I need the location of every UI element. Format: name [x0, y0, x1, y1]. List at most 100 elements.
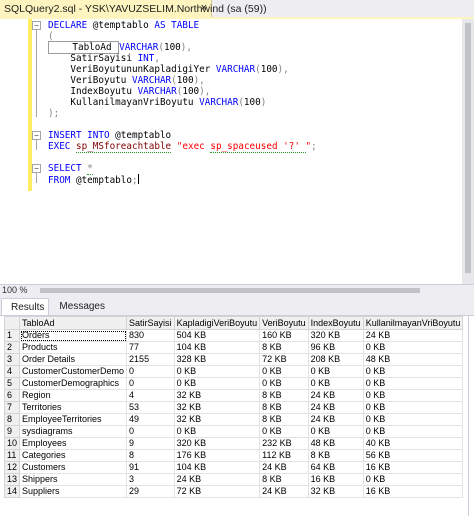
code-line[interactable]: IndexBoyutu VARCHAR(100),: [48, 86, 210, 97]
table-cell[interactable]: CustomerCustomerDemo: [19, 365, 128, 378]
row-number[interactable]: 7: [3, 401, 21, 414]
table-row[interactable]: 1 Orders 830 504 KB 160 KB 320 KB 24 KB: [3, 329, 464, 342]
close-tab-icon[interactable]: ×: [201, 1, 207, 15]
column-header[interactable]: IndexBoyutu: [307, 316, 364, 330]
table-cell[interactable]: 0 KB: [362, 425, 464, 438]
code-line[interactable]: SatirSayisi INT,: [48, 53, 160, 64]
column-header[interactable]: VeriBoyutu: [259, 316, 309, 330]
query-editor[interactable]: DECLARE @temptablo AS TABLE( TabloAd VAR…: [0, 19, 474, 293]
table-cell[interactable]: 0 KB: [362, 365, 464, 378]
table-cell[interactable]: 0: [126, 425, 175, 438]
table-cell[interactable]: 104 KB: [173, 341, 261, 354]
row-number[interactable]: 9: [3, 425, 21, 438]
table-cell[interactable]: 112 KB: [259, 449, 309, 462]
table-cell[interactable]: Region: [19, 389, 128, 402]
table-cell[interactable]: 0 KB: [173, 425, 261, 438]
table-cell[interactable]: EmployeeTerritories: [19, 413, 128, 426]
results-grid[interactable]: TabloAd SatirSayisi KapladigiVeriBoyutu …: [3, 316, 464, 498]
table-row[interactable]: 3 Order Details 2155 328 KB 72 KB 208 KB 48 KB: [3, 353, 464, 366]
table-cell[interactable]: 24 KB: [259, 485, 309, 498]
table-cell[interactable]: Order Details: [19, 353, 128, 366]
table-cell[interactable]: 176 KB: [173, 449, 261, 462]
row-number[interactable]: 4: [3, 365, 21, 378]
table-cell[interactable]: 29: [126, 485, 175, 498]
table-cell[interactable]: 24 KB: [173, 473, 261, 486]
table-cell[interactable]: 0 KB: [173, 365, 261, 378]
table-cell[interactable]: 32 KB: [173, 413, 261, 426]
table-row[interactable]: 13 Shippers 3 24 KB 8 KB 16 KB 0 KB: [3, 473, 464, 486]
table-cell[interactable]: 208 KB: [307, 353, 364, 366]
row-number[interactable]: 13: [3, 473, 21, 486]
row-number[interactable]: 14: [3, 485, 21, 498]
table-cell[interactable]: sysdiagrams: [19, 425, 128, 438]
table-cell[interactable]: 504 KB: [173, 329, 261, 342]
table-row[interactable]: 10 Employees 9 320 KB 232 KB 48 KB 40 KB: [3, 437, 464, 450]
editor-vertical-scrollbar[interactable]: [462, 19, 474, 284]
table-row[interactable]: 4 CustomerCustomerDemo 0 0 KB 0 KB 0 KB 0 KB: [3, 365, 464, 378]
table-cell[interactable]: 0: [126, 365, 175, 378]
code-line[interactable]: SELECT *: [48, 163, 93, 175]
table-cell[interactable]: 8 KB: [259, 341, 309, 354]
row-number[interactable]: 6: [3, 389, 21, 402]
code-line[interactable]: DECLARE @temptablo AS TABLE: [48, 20, 199, 31]
column-header[interactable]: TabloAd: [19, 316, 128, 330]
table-cell[interactable]: 4: [126, 389, 175, 402]
table-cell[interactable]: 0 KB: [259, 365, 309, 378]
table-cell[interactable]: 0 KB: [307, 377, 364, 390]
table-cell[interactable]: 32 KB: [173, 389, 261, 402]
column-header[interactable]: KullanilmayanVriBoyutu: [362, 316, 464, 330]
table-cell[interactable]: Shippers: [19, 473, 128, 486]
collapse-toggle-icon[interactable]: −: [32, 21, 41, 30]
table-cell[interactable]: 96 KB: [307, 341, 364, 354]
table-cell[interactable]: 0 KB: [173, 377, 261, 390]
collapse-toggle-icon[interactable]: −: [32, 164, 41, 173]
table-cell[interactable]: 0 KB: [362, 473, 464, 486]
table-cell[interactable]: 0 KB: [362, 377, 464, 390]
table-row[interactable]: 6 Region 4 32 KB 8 KB 24 KB 0 KB: [3, 389, 464, 402]
code-line[interactable]: INSERT INTO @temptablo: [48, 130, 171, 141]
table-row[interactable]: 2 Products 77 104 KB 8 KB 96 KB 0 KB: [3, 341, 464, 354]
table-cell[interactable]: 232 KB: [259, 437, 309, 450]
table-cell[interactable]: 72 KB: [259, 353, 309, 366]
table-cell[interactable]: 64 KB: [307, 461, 364, 474]
table-cell[interactable]: 48 KB: [362, 353, 464, 366]
table-row[interactable]: 11 Categories 8 176 KB 112 KB 8 KB 56 KB: [3, 449, 464, 462]
table-cell[interactable]: 32 KB: [173, 401, 261, 414]
table-cell[interactable]: Suppliers: [19, 485, 128, 498]
table-cell[interactable]: 48 KB: [307, 437, 364, 450]
table-cell[interactable]: 91: [126, 461, 175, 474]
table-cell[interactable]: 16 KB: [362, 461, 464, 474]
row-number[interactable]: 1: [3, 329, 21, 342]
table-cell[interactable]: 32 KB: [307, 485, 364, 498]
code-line[interactable]: TabloAd VARCHAR(100),: [48, 41, 192, 54]
table-cell[interactable]: 53: [126, 401, 175, 414]
table-cell[interactable]: 24 KB: [307, 389, 364, 402]
table-cell[interactable]: Customers: [19, 461, 128, 474]
table-cell[interactable]: 0: [126, 377, 175, 390]
table-row[interactable]: 14 Suppliers 29 72 KB 24 KB 32 KB 16 KB: [3, 485, 464, 498]
table-cell[interactable]: Territories: [19, 401, 128, 414]
table-cell[interactable]: 0 KB: [362, 413, 464, 426]
table-cell[interactable]: 0 KB: [362, 401, 464, 414]
table-cell[interactable]: 24 KB: [307, 413, 364, 426]
row-number[interactable]: 5: [3, 377, 21, 390]
table-cell[interactable]: 16 KB: [362, 485, 464, 498]
table-cell[interactable]: 0 KB: [362, 389, 464, 402]
table-row[interactable]: 7 Territories 53 32 KB 8 KB 24 KB 0 KB: [3, 401, 464, 414]
table-cell[interactable]: 8 KB: [259, 389, 309, 402]
table-cell[interactable]: 0 KB: [259, 425, 309, 438]
table-cell[interactable]: 40 KB: [362, 437, 464, 450]
table-cell[interactable]: 72 KB: [173, 485, 261, 498]
table-cell[interactable]: 160 KB: [259, 329, 309, 342]
row-number[interactable]: 10: [3, 437, 21, 450]
column-header[interactable]: SatirSayisi: [126, 316, 175, 330]
table-cell[interactable]: 104 KB: [173, 461, 261, 474]
editor-vertical-scroll-thumb[interactable]: [465, 23, 471, 273]
collapse-toggle-icon[interactable]: −: [32, 131, 41, 140]
zoom-level[interactable]: 100 %: [2, 285, 28, 296]
table-cell[interactable]: 77: [126, 341, 175, 354]
table-cell[interactable]: 24 KB: [307, 401, 364, 414]
table-cell[interactable]: 3: [126, 473, 175, 486]
code-line[interactable]: EXEC sp_MSforeachtable "exec sp_spaceuse…: [48, 141, 317, 153]
table-cell[interactable]: 8 KB: [259, 401, 309, 414]
